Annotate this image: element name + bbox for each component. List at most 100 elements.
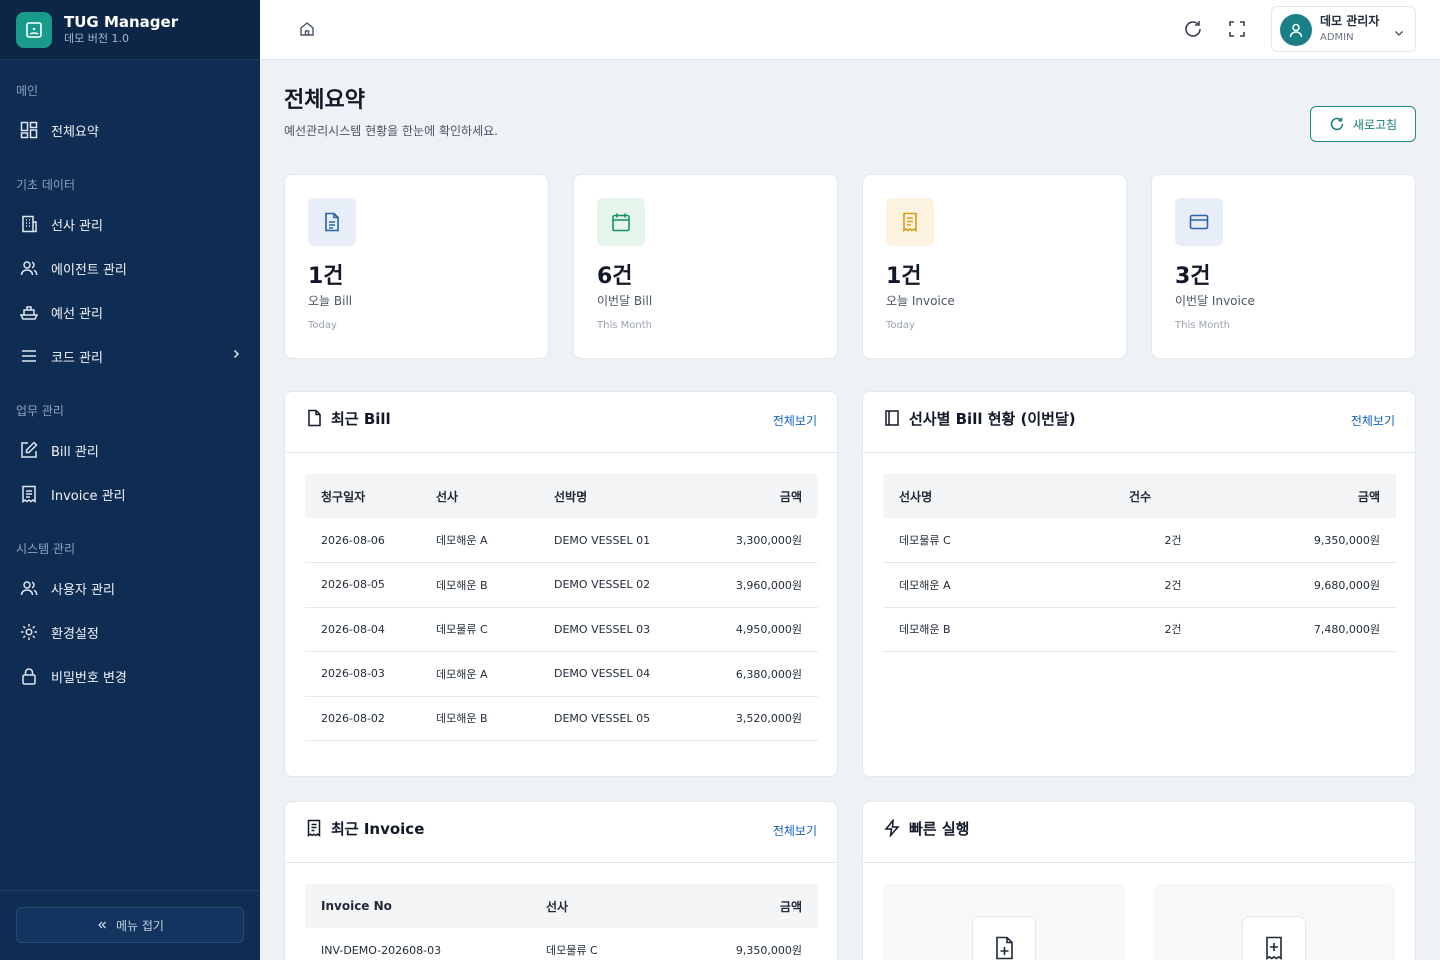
quick-action-new-bill[interactable] — [883, 884, 1125, 960]
document-icon — [308, 198, 356, 246]
cell-date: 2026-08-02 — [305, 696, 420, 741]
table-row[interactable]: 2026-08-02 데모해운 B DEMO VESSEL 05 3,520,000원 — [305, 696, 818, 741]
fullscreen-icon[interactable] — [1226, 18, 1248, 44]
view-all-link[interactable]: 전체보기 — [773, 412, 817, 429]
sidebar-item-bill[interactable]: Bill 관리 — [0, 430, 260, 470]
table-row[interactable]: 2026-08-05 데모해운 B DEMO VESSEL 02 3,960,000원 — [305, 562, 818, 608]
cell-amount: 9,350,000원 — [680, 928, 818, 960]
page-title: 전체요약 — [284, 88, 365, 113]
sidebar-item-label: 전체요약 — [51, 124, 99, 140]
table-row[interactable]: 데모물류 C 2건 9,350,000원 — [883, 518, 1396, 563]
cell-amount: 9,350,000원 — [1233, 518, 1396, 563]
sidebar-item-label: 사용자 관리 — [51, 582, 115, 598]
app-version: 데모 버전 1.0 — [64, 31, 129, 45]
cell-invoice-no: INV-DEMO-202608-03 — [305, 928, 530, 960]
table-row[interactable]: 데모해운 B 2건 7,480,000원 — [883, 607, 1396, 652]
refresh-button[interactable]: 새로고침 — [1310, 106, 1416, 142]
panel-title: 최근 Invoice — [331, 820, 425, 838]
sidebar-item-label: 비밀번호 변경 — [51, 670, 127, 686]
table-row[interactable]: 2026-08-06 데모해운 A DEMO VESSEL 01 3,300,000원 — [305, 518, 818, 563]
user-menu[interactable]: 데모 관리자 ADMIN — [1271, 6, 1416, 52]
nav-section-system: 시스템 관리 — [16, 542, 76, 556]
stat-card-today-invoice[interactable]: 1건 오늘 Invoice Today — [862, 174, 1127, 359]
column-header: 금액 — [779, 899, 802, 914]
brand[interactable]: TUG Manager 데모 버전 1.0 — [0, 0, 260, 60]
panel-header: 빠른 실행 — [863, 802, 1415, 863]
sidebar-item-label: Bill 관리 — [51, 444, 99, 460]
refresh-label: 새로고침 — [1352, 117, 1398, 132]
sidebar-item-label: 에이전트 관리 — [51, 262, 127, 278]
nav-section-work: 업무 관리 — [16, 404, 64, 418]
view-all-link[interactable]: 전체보기 — [1351, 412, 1395, 429]
sidebar-item-password[interactable]: 비밀번호 변경 — [0, 656, 260, 696]
recent-bill-panel: 최근 Bill 전체보기 청구일자 선사 선박명 금액 2026-08-06 데모… — [284, 391, 838, 777]
sidebar-item-agent[interactable]: 에이전트 관리 — [0, 248, 260, 288]
column-header: 선박명 — [554, 489, 588, 504]
sidebar: TUG Manager 데모 버전 1.0 메인 전체요약 기초 데이터 선사 … — [0, 0, 260, 960]
panel-header: 최근 Invoice 전체보기 — [285, 802, 837, 863]
cell-count: 2건 — [1113, 518, 1233, 563]
cell-amount: 3,960,000원 — [688, 562, 818, 608]
cell-vessel: DEMO VESSEL 04 — [538, 651, 688, 697]
stat-label: 이번달 Bill — [597, 294, 653, 308]
sidebar-item-label: Invoice 관리 — [51, 488, 126, 504]
users-icon — [18, 257, 40, 279]
column-header: Invoice No — [321, 899, 392, 913]
recent-invoice-panel: 최근 Invoice 전체보기 Invoice No 선사 금액 INV-DEM… — [284, 801, 838, 960]
cell-count: 2건 — [1113, 607, 1233, 652]
sidebar-item-shipping-company[interactable]: 선사 관리 — [0, 204, 260, 244]
sidebar-item-dashboard[interactable]: 전체요약 — [0, 110, 260, 150]
table-header-row: 청구일자 선사 선박명 금액 — [305, 474, 818, 518]
sidebar-item-users[interactable]: 사용자 관리 — [0, 568, 260, 608]
view-all-link[interactable]: 전체보기 — [773, 822, 817, 839]
stat-value: 1건 — [886, 264, 922, 289]
home-icon[interactable] — [298, 20, 316, 42]
stat-card-month-invoice[interactable]: 3건 이번달 Invoice This Month — [1151, 174, 1416, 359]
column-header: 건수 — [1129, 489, 1152, 504]
cell-date: 2026-08-04 — [305, 607, 420, 652]
page-subtitle: 예선관리시스템 현황을 한눈에 확인하세요. — [284, 124, 498, 138]
sidebar-item-settings[interactable]: 환경설정 — [0, 612, 260, 652]
stat-value: 3건 — [1175, 264, 1211, 289]
panel-header: 선사별 Bill 현황 (이번달) 전체보기 — [863, 392, 1415, 453]
collapse-menu-button[interactable]: 메뉴 접기 — [16, 907, 244, 943]
receipt-icon — [305, 819, 323, 841]
gear-icon — [18, 621, 40, 643]
sidebar-item-code[interactable]: 코드 관리 — [0, 336, 260, 376]
receipt-plus-icon — [1242, 916, 1306, 960]
table-row[interactable]: INV-DEMO-202608-03 데모물류 C 9,350,000원 — [305, 928, 818, 960]
stat-label: 이번달 Invoice — [1175, 294, 1255, 308]
table-row[interactable]: 데모해운 A 2건 9,680,000원 — [883, 562, 1396, 608]
column-header: 금액 — [1357, 489, 1380, 504]
stat-card-today-bill[interactable]: 1건 오늘 Bill Today — [284, 174, 549, 359]
credit-card-icon — [1175, 198, 1223, 246]
refresh-icon[interactable] — [1182, 18, 1204, 44]
table-row[interactable]: 2026-08-03 데모해운 A DEMO VESSEL 04 6,380,000원 — [305, 651, 818, 697]
panel-title: 선사별 Bill 현황 (이번달) — [909, 410, 1076, 428]
column-header: 선사 — [436, 489, 459, 504]
dashboard-icon — [18, 119, 40, 141]
collapse-menu-label: 메뉴 접기 — [116, 918, 164, 933]
company-bill-panel: 선사별 Bill 현황 (이번달) 전체보기 선사명 건수 금액 데모물류 C2… — [862, 391, 1416, 777]
user-name: 데모 관리자 — [1320, 14, 1380, 28]
calendar-icon — [597, 198, 645, 246]
sidebar-item-invoice[interactable]: Invoice 관리 — [0, 474, 260, 514]
cell-company: 데모해운 B — [420, 696, 538, 741]
book-icon — [883, 409, 901, 431]
stat-card-month-bill[interactable]: 6건 이번달 Bill This Month — [573, 174, 838, 359]
cell-company: 데모해운 B — [883, 607, 1113, 652]
nav-section-main: 메인 — [16, 84, 39, 98]
cell-count: 2건 — [1113, 562, 1233, 608]
sidebar-item-label: 환경설정 — [51, 626, 99, 642]
sidebar-item-tugboat[interactable]: 예선 관리 — [0, 292, 260, 332]
quick-actions-panel: 빠른 실행 — [862, 801, 1416, 960]
column-header: 금액 — [779, 489, 802, 504]
quick-action-new-invoice[interactable] — [1153, 884, 1395, 960]
app-title: TUG Manager — [64, 12, 179, 31]
stat-value: 6건 — [597, 264, 633, 289]
table-row[interactable]: 2026-08-04 데모물류 C DEMO VESSEL 03 4,950,000원 — [305, 607, 818, 652]
cell-vessel: DEMO VESSEL 05 — [538, 696, 688, 741]
cell-date: 2026-08-03 — [305, 651, 420, 697]
cell-vessel: DEMO VESSEL 02 — [538, 562, 688, 608]
sidebar-item-label: 선사 관리 — [51, 218, 103, 234]
